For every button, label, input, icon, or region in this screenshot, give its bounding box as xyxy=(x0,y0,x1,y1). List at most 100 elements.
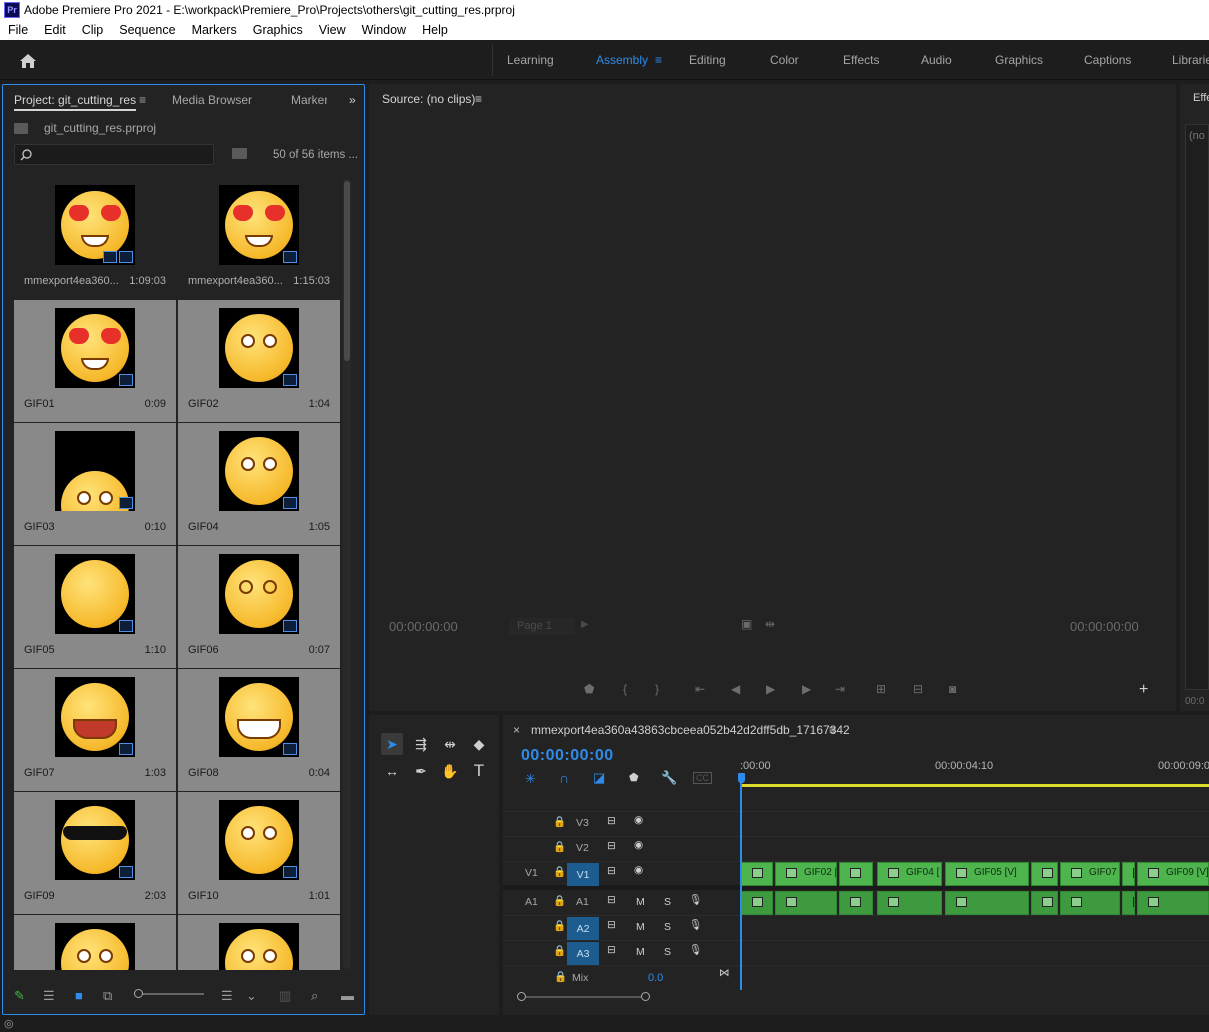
video-clip[interactable]: GIF02 [ xyxy=(775,862,837,886)
audio-clip[interactable] xyxy=(1060,891,1120,915)
safe-margins-icon[interactable]: ▣ xyxy=(741,617,752,631)
media-item[interactable]: GIF06 0:07 xyxy=(178,546,340,668)
track-target[interactable]: A2 xyxy=(567,917,599,940)
overflow-tabs-icon[interactable]: » xyxy=(349,93,356,107)
menu-file[interactable]: File xyxy=(0,23,36,37)
track-select-tool[interactable]: ⇶ xyxy=(410,733,432,755)
mute-icon[interactable]: M xyxy=(636,896,645,908)
workspace-libraries[interactable]: Librarie xyxy=(1172,53,1209,67)
video-clip[interactable]: GIF07 xyxy=(1060,862,1120,886)
eye-icon[interactable]: ◉ xyxy=(634,814,643,826)
button-editor-icon[interactable]: + xyxy=(1139,681,1148,699)
workspace-captions[interactable]: Captions xyxy=(1084,53,1131,67)
eye-icon[interactable]: ◉ xyxy=(634,839,643,851)
step-forward-icon[interactable]: ▶ xyxy=(802,682,811,696)
menu-view[interactable]: View xyxy=(311,23,354,37)
audio-clip[interactable] xyxy=(839,891,873,915)
mix-value[interactable]: 0.0 xyxy=(648,972,663,984)
sync-lock-icon[interactable]: ⊟ xyxy=(607,840,616,852)
tab-markers[interactable]: Marker xyxy=(291,93,327,107)
video-clip[interactable]: GIF09 [V] xyxy=(1137,862,1209,886)
workspace-editing[interactable]: Editing xyxy=(689,53,726,67)
nest-icon[interactable]: ✳ xyxy=(525,771,536,787)
zoom-handle-left[interactable] xyxy=(517,992,526,1001)
step-back-icon[interactable]: ◀ xyxy=(731,682,740,696)
sync-lock-icon[interactable]: ⊟ xyxy=(607,865,616,877)
solo-icon[interactable]: S xyxy=(664,921,671,933)
playhead-handle[interactable] xyxy=(738,773,745,783)
audio-clip[interactable] xyxy=(877,891,942,915)
workspace-effects[interactable]: Effects xyxy=(843,53,879,67)
video-clip[interactable]: GIF05 [V] xyxy=(945,862,1029,886)
zoom-slider[interactable] xyxy=(134,993,204,995)
media-item[interactable]: mmexport4ea360... 1:09:03 xyxy=(14,177,176,299)
timeline-menu-icon[interactable]: ≡ xyxy=(829,723,836,737)
project-search-input[interactable] xyxy=(14,144,214,165)
lock-icon[interactable]: 🔒 xyxy=(553,840,566,853)
media-item[interactable]: GIF05 1:10 xyxy=(14,546,176,668)
lock-icon[interactable]: 🔒 xyxy=(554,970,567,983)
media-item[interactable]: GIF02 1:04 xyxy=(178,300,340,422)
menu-markers[interactable]: Markers xyxy=(184,23,245,37)
eye-icon[interactable]: ◉ xyxy=(634,864,643,876)
video-clip[interactable] xyxy=(1031,862,1058,886)
ripple-edit-tool[interactable]: ⇹ xyxy=(439,733,461,755)
track-name[interactable]: A1 xyxy=(576,896,589,908)
find-icon[interactable]: ⌕ xyxy=(311,988,318,1004)
home-button[interactable] xyxy=(14,50,42,72)
media-item[interactable]: GIF03 0:10 xyxy=(14,423,176,545)
sequence-tab[interactable]: mmexport4ea360a43863cbceea052b42d2dff5db… xyxy=(531,723,850,737)
media-item[interactable]: GIF10 1:01 xyxy=(178,792,340,914)
lock-icon[interactable]: 🔒 xyxy=(553,944,566,957)
mark-out-icon[interactable]: } xyxy=(655,682,659,696)
video-clip[interactable] xyxy=(1122,862,1135,886)
list-view-icon[interactable]: ☰ xyxy=(43,988,55,1004)
linked-selection-icon[interactable]: ◪ xyxy=(593,770,605,786)
track-target[interactable]: A3 xyxy=(567,942,599,965)
add-marker-icon[interactable]: ⬟ xyxy=(629,771,639,784)
mute-icon[interactable]: M xyxy=(636,921,645,933)
sync-lock-icon[interactable]: ⊟ xyxy=(607,815,616,827)
solo-icon[interactable]: S xyxy=(664,896,671,908)
microphone-icon[interactable]: 🎙 xyxy=(689,943,702,956)
freeform-view-icon[interactable]: ⧉ xyxy=(103,988,112,1004)
close-sequence-icon[interactable]: × xyxy=(513,723,520,737)
workspace-menu-icon[interactable]: ≡ xyxy=(655,53,662,67)
sync-lock-icon[interactable]: ⊟ xyxy=(607,944,616,956)
workspace-color[interactable]: Color xyxy=(770,53,799,67)
source-patch-label[interactable]: A1 xyxy=(525,896,538,908)
add-marker-icon[interactable]: ⬟ xyxy=(584,682,594,696)
audio-clip[interactable] xyxy=(1137,891,1209,915)
media-item[interactable]: GIF09 2:03 xyxy=(14,792,176,914)
playhead[interactable] xyxy=(740,773,742,990)
razor-tool[interactable]: ◆ xyxy=(468,733,490,755)
sort-icon[interactable]: ☰ xyxy=(221,988,233,1004)
audio-clip[interactable] xyxy=(775,891,837,915)
export-frame-icon[interactable]: ◙ xyxy=(949,682,956,696)
timeline-timecode[interactable]: 00:00:00:00 xyxy=(521,747,614,765)
audio-clip[interactable] xyxy=(1122,891,1135,915)
microphone-icon[interactable]: 🎙 xyxy=(689,893,702,906)
selection-tool[interactable]: ➤ xyxy=(381,733,403,755)
work-area-bar[interactable] xyxy=(741,784,1209,787)
workspace-assembly[interactable]: Assembly xyxy=(596,53,648,67)
track-name[interactable]: V3 xyxy=(576,817,589,829)
lock-icon[interactable]: 🔒 xyxy=(553,815,566,828)
page-select[interactable]: Page 1 xyxy=(509,618,575,635)
new-bin-icon[interactable]: ▬ xyxy=(341,988,354,1003)
lock-icon[interactable]: 🔒 xyxy=(553,894,566,907)
media-item[interactable]: GIF07 1:03 xyxy=(14,669,176,791)
menu-sequence[interactable]: Sequence xyxy=(111,23,183,37)
hand-tool[interactable]: ✋ xyxy=(439,760,461,782)
snap-icon[interactable]: ∩ xyxy=(559,770,569,786)
tab-effect-controls[interactable]: Effe xyxy=(1193,92,1209,104)
find-bin-icon[interactable] xyxy=(232,148,247,159)
tab-project[interactable]: Project: git_cutting_res xyxy=(14,93,137,111)
menu-clip[interactable]: Clip xyxy=(74,23,112,37)
panel-menu-icon[interactable]: ≡ xyxy=(139,93,146,107)
grid-scroll-thumb[interactable] xyxy=(344,181,350,361)
workspace-graphics[interactable]: Graphics xyxy=(995,53,1043,67)
workspace-audio[interactable]: Audio xyxy=(921,53,952,67)
timeline-zoom-scrollbar[interactable] xyxy=(521,996,645,998)
pencil-icon[interactable]: ✎ xyxy=(14,988,25,1004)
